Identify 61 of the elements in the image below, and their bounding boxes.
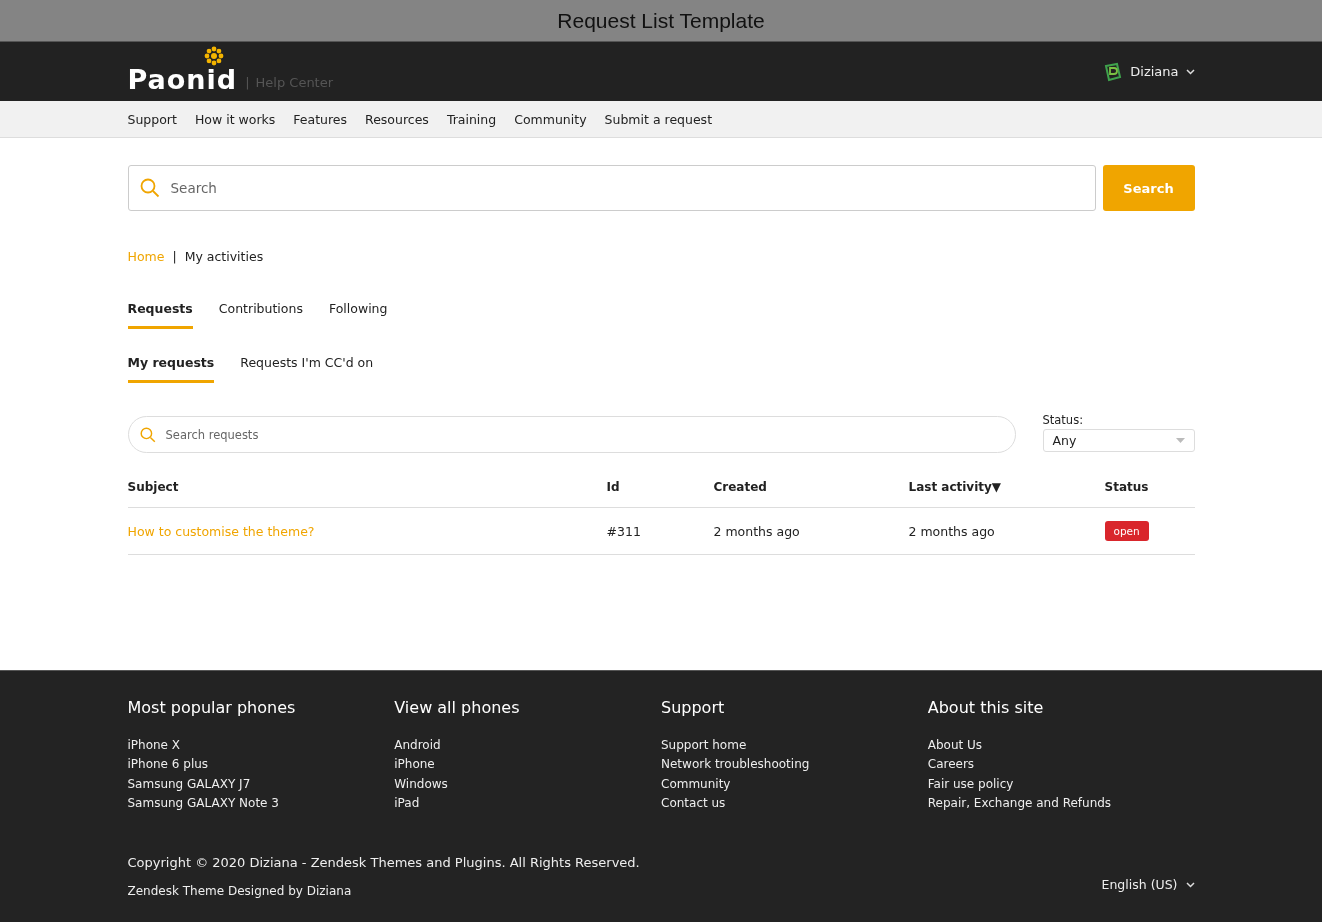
- table-cell-text: 2 months ago: [713, 523, 801, 539]
- copyright-text: Copyright © 2020 Diziana - Zendesk Themes and Plugins. All Rights Reserved.: [127, 855, 640, 871]
- sun-dots-icon: [202, 45, 225, 67]
- footer-link[interactable]: iPhone X: [127, 736, 395, 756]
- footer-link[interactable]: Repair, Exchange and Refunds: [927, 793, 1195, 814]
- tab[interactable]: Following: [328, 301, 388, 329]
- footer-link[interactable]: Careers: [927, 755, 1195, 775]
- nav-link[interactable]: Features: [293, 111, 348, 127]
- caret-icon: [1175, 438, 1185, 443]
- nav-link[interactable]: How it works: [194, 111, 276, 127]
- footer-heading: View all phones: [394, 698, 521, 717]
- tab[interactable]: Requests I'm CC'd on: [240, 355, 374, 383]
- footer-link[interactable]: Network troubleshooting: [661, 755, 928, 775]
- tab[interactable]: Requests: [127, 301, 193, 329]
- footer-link[interactable]: iPhone 6 plus: [127, 755, 395, 775]
- column-header[interactable]: Id: [606, 480, 714, 494]
- table-cell-text: 2 months ago: [908, 523, 996, 539]
- footer-link[interactable]: Windows: [394, 774, 661, 794]
- table-cell-text: #311: [606, 523, 642, 539]
- window-title: Request List Template: [557, 8, 765, 33]
- footer-link[interactable]: Support home: [661, 736, 928, 756]
- column-header[interactable]: Last activity▼: [908, 480, 1105, 494]
- logo-text: Paonid: [127, 66, 238, 93]
- breadcrumb-current: My activities: [184, 249, 264, 264]
- user-menu[interactable]: Diziana: [1103, 61, 1195, 82]
- logo-divider: |: [245, 75, 250, 92]
- search-icon: [139, 178, 160, 198]
- nav-link[interactable]: Community: [514, 111, 587, 127]
- status-label: Status:: [1042, 413, 1085, 427]
- nav-link[interactable]: Training: [446, 111, 497, 127]
- search-requests-field[interactable]: Search requests: [127, 416, 1016, 453]
- footer-link[interactable]: Samsung GALAXY J7: [127, 774, 395, 794]
- footer-link[interactable]: Fair use policy: [927, 774, 1195, 794]
- column-header[interactable]: Status: [1104, 480, 1149, 494]
- search-field[interactable]: Search: [127, 165, 1096, 211]
- footer-heading: Most popular phones: [127, 698, 297, 717]
- credit-text: Zendesk Theme Designed by Diziana: [127, 884, 353, 899]
- footer-link[interactable]: About Us: [927, 736, 1195, 756]
- chevron-down-icon: [1185, 68, 1195, 75]
- status-dropdown[interactable]: Any: [1042, 429, 1195, 452]
- footer-heading: About this site: [927, 698, 1045, 717]
- column-header[interactable]: Created: [713, 480, 909, 494]
- search-icon: [139, 426, 156, 443]
- nav-link[interactable]: Submit a request: [604, 111, 713, 127]
- footer-link[interactable]: Community: [661, 774, 928, 794]
- column-header[interactable]: Subject: [127, 480, 607, 494]
- language-dropdown[interactable]: English (US): [1101, 877, 1195, 899]
- footer-link[interactable]: Contact us: [661, 793, 928, 814]
- footer-heading: Support: [661, 698, 726, 717]
- nav-link[interactable]: Resources: [365, 111, 429, 127]
- tab[interactable]: Contributions: [218, 301, 303, 329]
- chevron-down-icon: [1185, 881, 1195, 888]
- tab[interactable]: My requests: [127, 355, 215, 383]
- breadcrumb-separator: |: [172, 249, 177, 264]
- footer-link[interactable]: iPhone: [394, 755, 661, 775]
- nav-link[interactable]: Support: [127, 111, 177, 127]
- footer-link[interactable]: iPad: [394, 793, 661, 814]
- footer-link[interactable]: Samsung GALAXY Note 3: [127, 793, 395, 814]
- user-avatar-icon: [1103, 61, 1124, 82]
- status-badge: open: [1104, 521, 1149, 541]
- footer-link[interactable]: Android: [394, 736, 661, 756]
